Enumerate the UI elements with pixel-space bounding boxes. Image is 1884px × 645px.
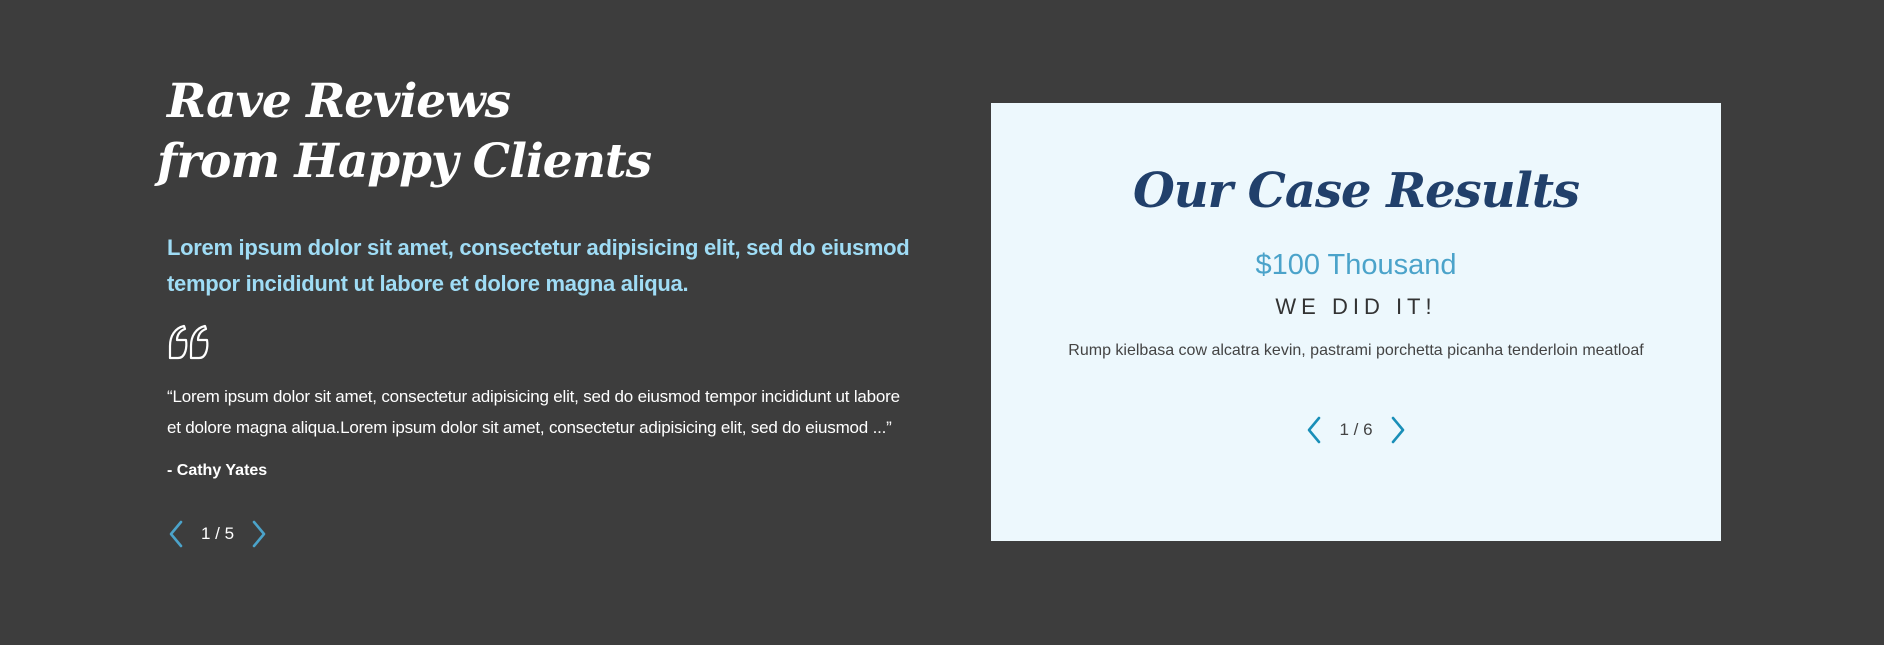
testimonial-author: - Cathy Yates [167, 462, 268, 479]
case-results-pager: 1 / 6 [991, 415, 1721, 445]
case-result-subtitle: WE DID IT! [1275, 294, 1437, 319]
testimonial-quote: “Lorem ipsum dolor sit amet, consectetur… [167, 387, 900, 437]
reviews-intro: Lorem ipsum dolor sit amet, consectetur … [167, 235, 910, 296]
reviews-section: Rave Reviews from Happy Clients Lorem ip… [157, 72, 927, 549]
reviews-next-arrow-icon[interactable] [250, 519, 268, 549]
case-results-card: Our Case Results $100 Thousand WE DID IT… [991, 103, 1721, 541]
reviews-prev-arrow-icon[interactable] [167, 519, 185, 549]
case-page-count: 1 / 6 [1339, 420, 1373, 439]
case-result-description: Rump kielbasa cow alcatra kevin, pastram… [1068, 342, 1644, 359]
reviews-heading-line1: Rave Reviews [167, 74, 511, 129]
case-next-arrow-icon[interactable] [1389, 415, 1407, 445]
reviews-page-count: 1 / 5 [201, 524, 235, 543]
case-results-title: Our Case Results [1132, 163, 1580, 219]
reviews-heading: Rave Reviews from Happy Clients [157, 72, 927, 192]
case-prev-arrow-icon[interactable] [1305, 415, 1323, 445]
reviews-pager: 1 / 5 [167, 519, 927, 549]
quote-icon [168, 324, 209, 360]
reviews-heading-line2: from Happy Clients [157, 134, 652, 189]
case-result-amount: $100 Thousand [1255, 249, 1457, 281]
